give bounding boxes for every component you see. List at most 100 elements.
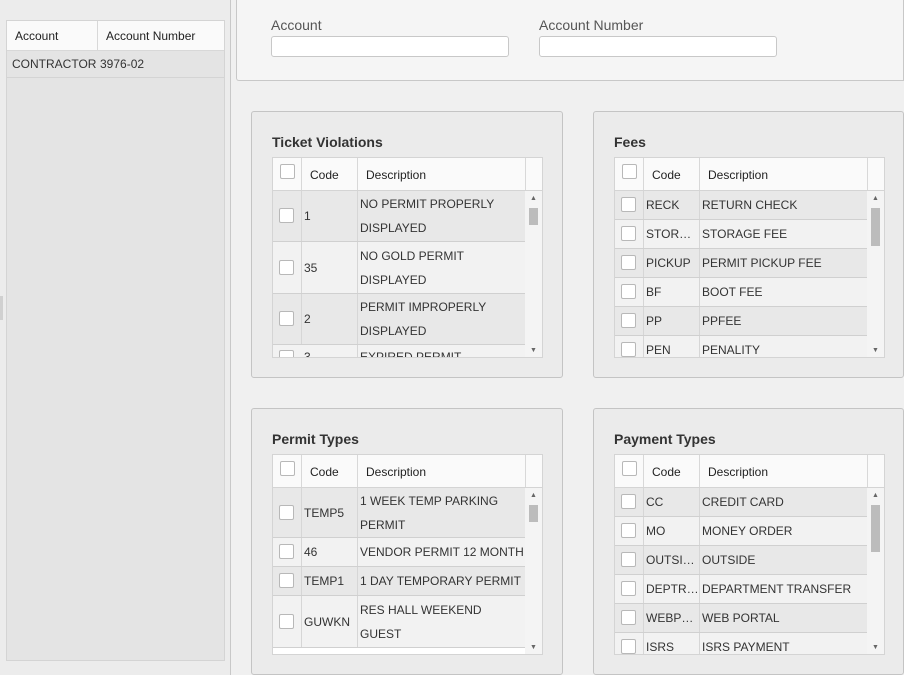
table-row[interactable]: RECK RETURN CHECK — [615, 191, 868, 220]
row-checkbox[interactable] — [279, 504, 294, 520]
row-checkbox[interactable] — [621, 523, 636, 538]
scroll-thumb[interactable] — [871, 505, 880, 552]
vertical-scrollbar[interactable]: ▲ ▼ — [867, 488, 884, 654]
payment-types-title: Payment Types — [614, 431, 716, 447]
scroll-up-arrow-icon[interactable]: ▲ — [525, 490, 542, 502]
description-cell: RETURN CHECK — [702, 198, 798, 212]
scroll-down-arrow-icon[interactable]: ▼ — [867, 642, 884, 654]
code-cell: PICKUP — [644, 249, 700, 277]
table-row[interactable]: PEN PENALITY — [615, 336, 868, 357]
vertical-scrollbar[interactable]: ▲ ▼ — [525, 488, 542, 654]
row-checkbox[interactable] — [279, 208, 294, 223]
table-row[interactable]: 1 NO PERMIT PROPERLY DISPLAYED — [273, 191, 526, 242]
ticket-violations-grid: Code Description 1 NO PERMIT PROPERLY DI… — [272, 157, 543, 358]
row-checkbox[interactable] — [621, 197, 636, 212]
scroll-up-arrow-icon[interactable]: ▲ — [867, 490, 884, 502]
description-cell: DEPARTMENT TRANSFER — [702, 582, 852, 596]
row-checkbox[interactable] — [621, 255, 636, 270]
code-column-header[interactable]: Code — [644, 455, 700, 487]
table-row[interactable]: STOR… STORAGE FEE — [615, 220, 868, 249]
scroll-down-arrow-icon[interactable]: ▼ — [525, 642, 542, 654]
splitter-handle[interactable] — [0, 296, 3, 320]
description-cell: PENALITY — [702, 343, 761, 357]
scroll-thumb[interactable] — [871, 208, 880, 246]
account-input[interactable] — [271, 36, 509, 57]
table-row[interactable]: BF BOOT FEE — [615, 278, 868, 307]
code-cell: 46 — [302, 538, 358, 566]
code-cell: 2 — [302, 294, 358, 344]
description-column-header[interactable]: Description — [700, 455, 868, 487]
vertical-scrollbar[interactable]: ▲ ▼ — [867, 191, 884, 357]
table-row[interactable]: DEPTR… DEPARTMENT TRANSFER — [615, 575, 868, 604]
scroll-thumb[interactable] — [529, 208, 538, 225]
description-cell: NO GOLD PERMIT DISPLAYED — [360, 248, 464, 287]
table-row[interactable]: OUTSI… OUTSIDE — [615, 546, 868, 575]
scroll-up-arrow-icon[interactable]: ▲ — [867, 193, 884, 205]
select-all-checkbox[interactable] — [622, 461, 637, 476]
table-row[interactable]: GUWKN RES HALL WEEKEND GUEST — [273, 596, 526, 648]
code-cell: ISRS — [644, 633, 700, 654]
scroll-down-arrow-icon[interactable]: ▼ — [525, 345, 542, 357]
table-row[interactable]: WEBP… WEB PORTAL — [615, 604, 868, 633]
code-column-header[interactable]: Code — [644, 158, 700, 190]
select-all-checkbox[interactable] — [280, 461, 295, 476]
table-row[interactable]: PP PPFEE — [615, 307, 868, 336]
permit-types-grid: Code Description TEMP5 1 WEEK TEMP PARKI… — [272, 454, 543, 655]
table-row[interactable]: 3 EXPIRED PERMIT — [273, 345, 526, 357]
row-checkbox[interactable] — [621, 313, 636, 328]
fees-panel: Fees Code Description RECK RETURN CHECK … — [593, 111, 904, 378]
table-row[interactable]: TEMP1 1 DAY TEMPORARY PERMIT — [273, 567, 526, 596]
account-list-header: Account Account Number — [7, 21, 224, 51]
table-row[interactable]: TEMP5 1 WEEK TEMP PARKING PERMIT — [273, 488, 526, 538]
description-cell: CREDIT CARD — [702, 495, 784, 509]
row-checkbox[interactable] — [279, 613, 294, 629]
select-all-checkbox[interactable] — [622, 164, 637, 179]
account-column-header[interactable]: Account — [7, 21, 98, 50]
select-all-checkbox[interactable] — [280, 164, 295, 179]
table-row[interactable]: 35 NO GOLD PERMIT DISPLAYED — [273, 242, 526, 294]
table-row[interactable]: ISRS ISRS PAYMENT — [615, 633, 868, 654]
vertical-scrollbar[interactable]: ▲ ▼ — [525, 191, 542, 357]
code-cell: PEN — [644, 336, 700, 357]
row-checkbox[interactable] — [621, 342, 636, 357]
description-column-header[interactable]: Description — [358, 158, 526, 190]
row-checkbox[interactable] — [279, 573, 294, 588]
row-checkbox[interactable] — [621, 226, 636, 241]
code-cell: TEMP5 — [302, 488, 358, 537]
description-column-header[interactable]: Description — [358, 455, 526, 487]
table-row[interactable]: 2 PERMIT IMPROPERLY DISPLAYED — [273, 294, 526, 345]
account-number-input[interactable] — [539, 36, 777, 57]
code-column-header[interactable]: Code — [302, 455, 358, 487]
scroll-thumb[interactable] — [529, 505, 538, 522]
row-checkbox[interactable] — [621, 639, 636, 654]
row-checkbox[interactable] — [279, 544, 294, 559]
code-cell: 35 — [302, 242, 358, 293]
table-row[interactable]: MO MONEY ORDER — [615, 517, 868, 546]
code-column-header[interactable]: Code — [302, 158, 358, 190]
permit-types-title: Permit Types — [272, 431, 359, 447]
fees-title: Fees — [614, 134, 646, 150]
row-checkbox[interactable] — [621, 552, 636, 567]
row-checkbox[interactable] — [279, 259, 294, 275]
table-row[interactable]: 46 VENDOR PERMIT 12 MONTH — [273, 538, 526, 567]
payment-types-grid: Code Description CC CREDIT CARD MO MONEY… — [614, 454, 885, 655]
row-checkbox[interactable] — [621, 610, 636, 625]
account-row[interactable]: CONTRACTOR 3976-02 — [7, 51, 224, 78]
fees-grid: Code Description RECK RETURN CHECK STOR…… — [614, 157, 885, 358]
row-checkbox[interactable] — [279, 311, 294, 326]
row-checkbox[interactable] — [621, 494, 636, 509]
description-column-header[interactable]: Description — [700, 158, 868, 190]
table-row[interactable]: CC CREDIT CARD — [615, 488, 868, 517]
code-cell: 1 — [302, 191, 358, 241]
row-checkbox[interactable] — [621, 581, 636, 596]
row-checkbox[interactable] — [279, 350, 294, 357]
scroll-up-arrow-icon[interactable]: ▲ — [525, 193, 542, 205]
code-cell: RECK — [644, 191, 700, 219]
grid-header: Code Description — [615, 455, 884, 488]
payment-types-panel: Payment Types Code Description CC CREDIT… — [593, 408, 904, 675]
scroll-down-arrow-icon[interactable]: ▼ — [867, 345, 884, 357]
table-row[interactable]: PICKUP PERMIT PICKUP FEE — [615, 249, 868, 278]
account-number-cell: 3976-02 — [100, 57, 145, 71]
row-checkbox[interactable] — [621, 284, 636, 299]
account-number-column-header[interactable]: Account Number — [98, 21, 195, 50]
